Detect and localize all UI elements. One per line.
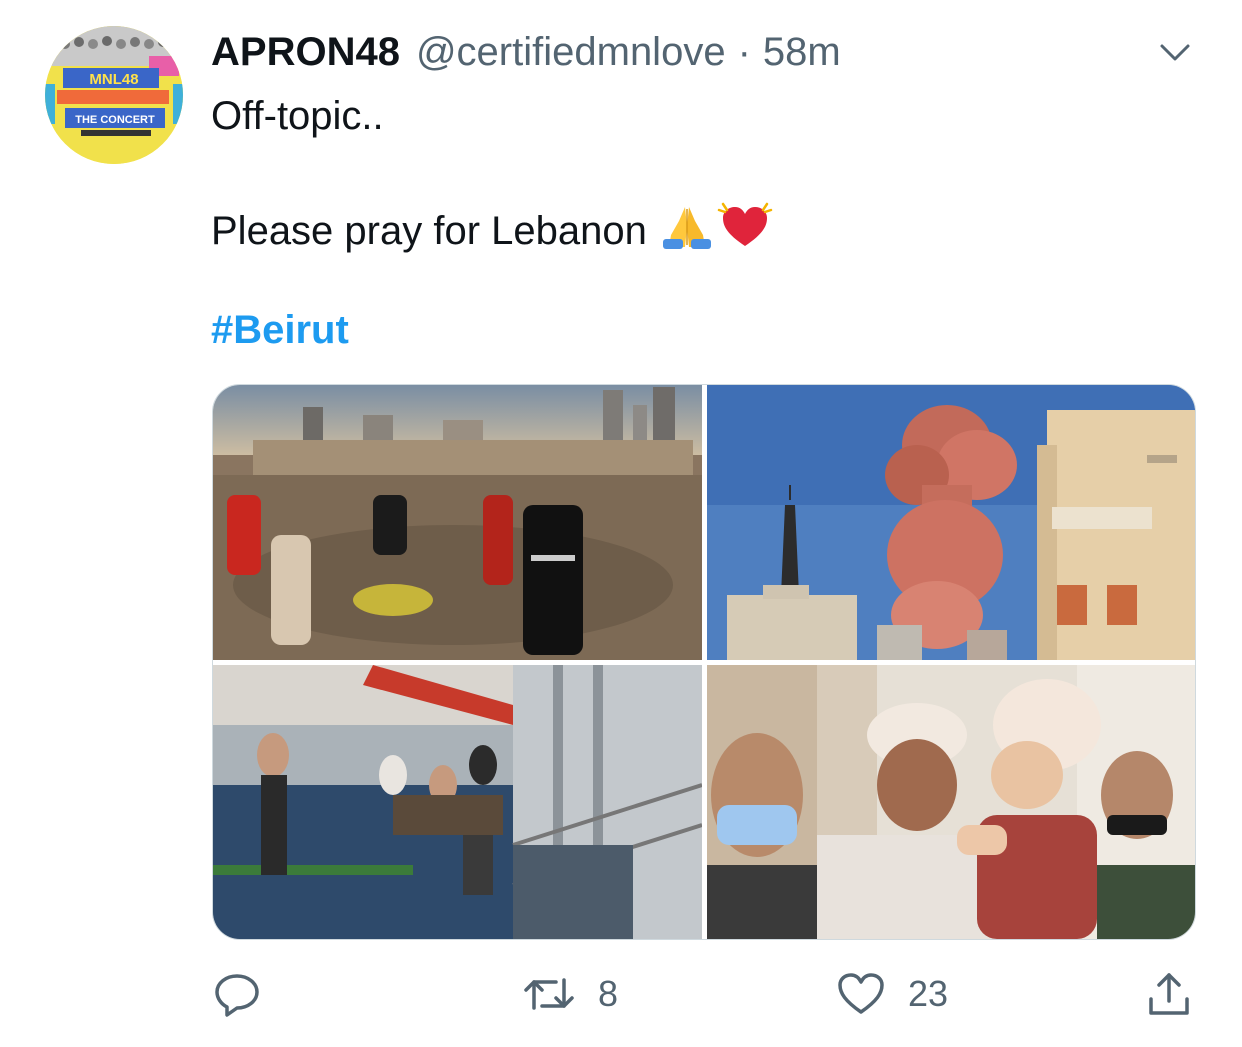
display-name[interactable]: APRON48: [211, 30, 400, 75]
media-photo-4[interactable]: [707, 665, 1195, 939]
avatar[interactable]: MNL48 THE CONCERT: [45, 26, 183, 164]
tweet-header: APRON48 @certifiedmnlove · 58m: [211, 30, 841, 80]
media-photo-2[interactable]: [707, 385, 1195, 660]
like-button[interactable]: 23: [836, 968, 948, 1020]
retweet-count: 8: [598, 973, 619, 1014]
tweet-text-line2: Please pray for Lebanon: [211, 200, 773, 262]
rescue-scene-photo: [213, 385, 702, 660]
retweet-icon: [524, 978, 574, 1010]
heart-emoji-icon: [717, 200, 773, 262]
user-handle[interactable]: @certifiedmnlove: [416, 30, 726, 75]
ship-rescue-photo: [213, 665, 702, 939]
share-button[interactable]: [1145, 968, 1193, 1020]
tweet-text-line2-label: Please pray for Lebanon: [211, 208, 647, 253]
share-icon: [1149, 973, 1189, 1015]
like-count: 23: [908, 973, 949, 1014]
reply-button[interactable]: [213, 968, 283, 1020]
tweet-text-line1: Off-topic..: [211, 94, 384, 138]
retweet-button[interactable]: 8: [522, 968, 618, 1020]
media-grid: [212, 384, 1196, 940]
timestamp[interactable]: 58m: [763, 30, 841, 75]
avatar-badge-bottom: THE CONCERT: [75, 114, 155, 126]
more-options-chevron-icon[interactable]: [1156, 38, 1194, 68]
media-photo-1[interactable]: [213, 385, 702, 660]
media-photo-3[interactable]: [213, 665, 702, 939]
hashtag-link[interactable]: #Beirut: [211, 308, 349, 353]
heart-icon: [838, 973, 884, 1014]
avatar-badge-top: MNL48: [89, 71, 138, 88]
separator-dot: ·: [737, 30, 751, 74]
reply-icon: [215, 974, 259, 1017]
explosion-cloud-photo: [707, 385, 1195, 660]
injured-man-child-photo: [707, 665, 1195, 939]
praying-hands-icon: [661, 201, 713, 261]
